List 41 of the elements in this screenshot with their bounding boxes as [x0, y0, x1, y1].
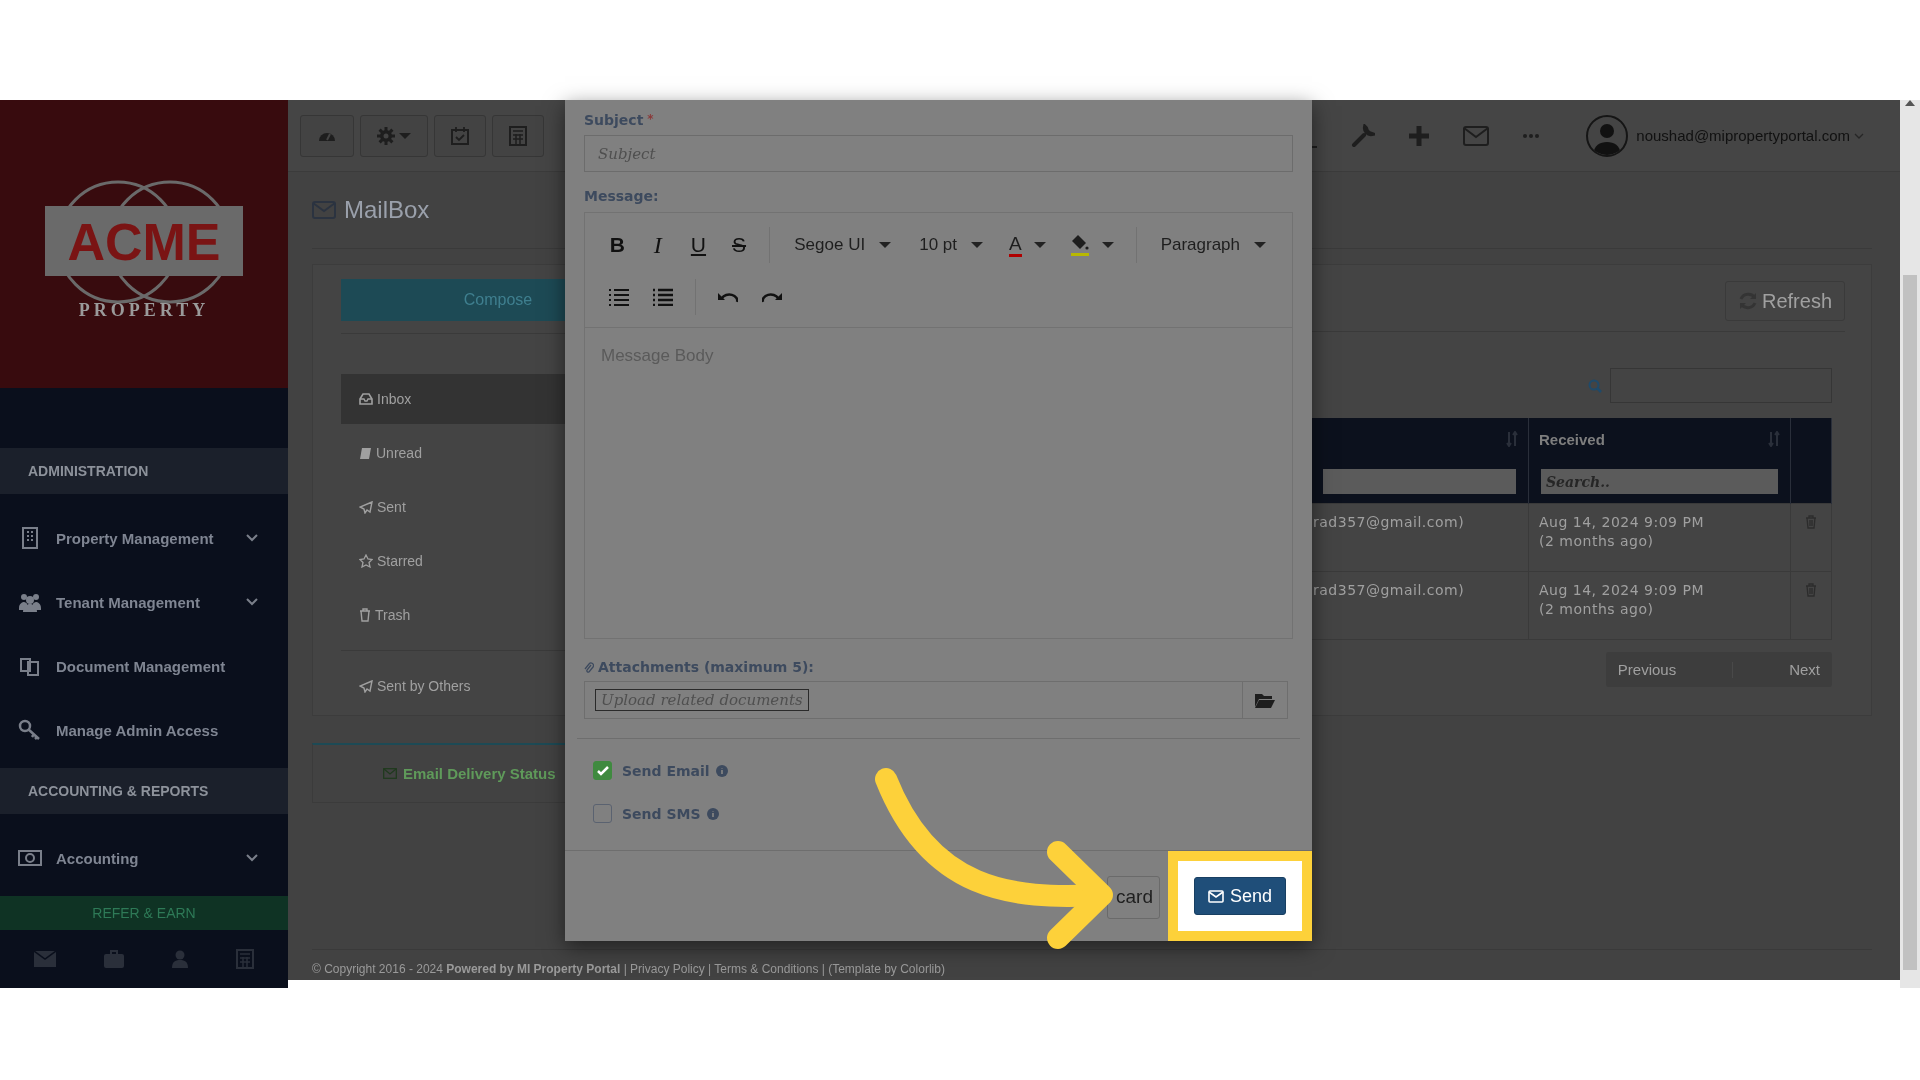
format-select[interactable]: Paragraph	[1148, 226, 1279, 264]
sidebar-item[interactable]: Document Management	[0, 634, 288, 698]
field-label: Subject	[584, 112, 644, 128]
format-button[interactable]: I	[639, 226, 677, 264]
size-select[interactable]: 10 pt	[907, 226, 995, 264]
format-button[interactable]: U	[680, 226, 717, 264]
sidebar-item[interactable]: Property Management	[0, 506, 288, 570]
logo-wordmark: ACME	[67, 213, 221, 271]
field-label: Message:	[584, 188, 659, 204]
sidebar-item[interactable]: Tenant Management	[0, 570, 288, 634]
section-header: ACCOUNTING & REPORTS	[0, 768, 288, 814]
folder-item[interactable]: Starred	[341, 536, 641, 586]
folder-item[interactable]: Sent	[341, 482, 641, 532]
folder-item[interactable]: Trash	[341, 590, 641, 640]
folder-item[interactable]: Unread	[341, 428, 641, 478]
checkbox-label: Send Email	[622, 762, 710, 779]
text-color-button[interactable]: A	[999, 226, 1056, 264]
refer-button[interactable]: REFER & EARN	[0, 896, 288, 930]
sidebar-item[interactable]: Manage Admin Access	[0, 698, 288, 762]
previous-button[interactable]: Previous	[1605, 661, 1689, 678]
table-cell: rad357@gmail.com)	[1313, 582, 1465, 598]
checkbox-label: Send SMS	[622, 805, 701, 822]
font-select[interactable]: Segoe UI	[782, 226, 904, 264]
table-cell: rad357@gmail.com)	[1313, 514, 1465, 530]
delivery-status-button[interactable]: Email Delivery Status	[383, 765, 556, 782]
required-mark: *	[647, 112, 654, 126]
format-button[interactable]: B	[599, 226, 636, 264]
next-button[interactable]: Next	[1777, 661, 1832, 678]
section-header: ADMINISTRATION	[0, 448, 288, 494]
table-cell-text: Aug 14, 2024 9:09 PM (2 months ago)	[1539, 513, 1705, 551]
table-cell-text: Aug 14, 2024 9:09 PM (2 months ago)	[1539, 581, 1705, 619]
sidebar-item[interactable]: Accounting	[0, 826, 288, 890]
refresh-button[interactable]: Refresh	[1724, 281, 1845, 321]
footer-text: © Copyright 2016 - 2024 Powered by MI Property Portal | Privacy Policy | Terms & Conditions | (Template by Colorlib)	[312, 962, 945, 976]
format-button[interactable]: S	[720, 226, 758, 264]
column-header[interactable]: Received	[1539, 430, 1605, 448]
logo-tagline: PROPERTY	[78, 300, 210, 320]
field-label: Attachments (maximum 5):	[598, 659, 814, 675]
page-title: MailBox	[344, 196, 430, 224]
send-button[interactable]: Send	[1193, 877, 1286, 915]
discard-button[interactable]: card	[1107, 875, 1160, 919]
